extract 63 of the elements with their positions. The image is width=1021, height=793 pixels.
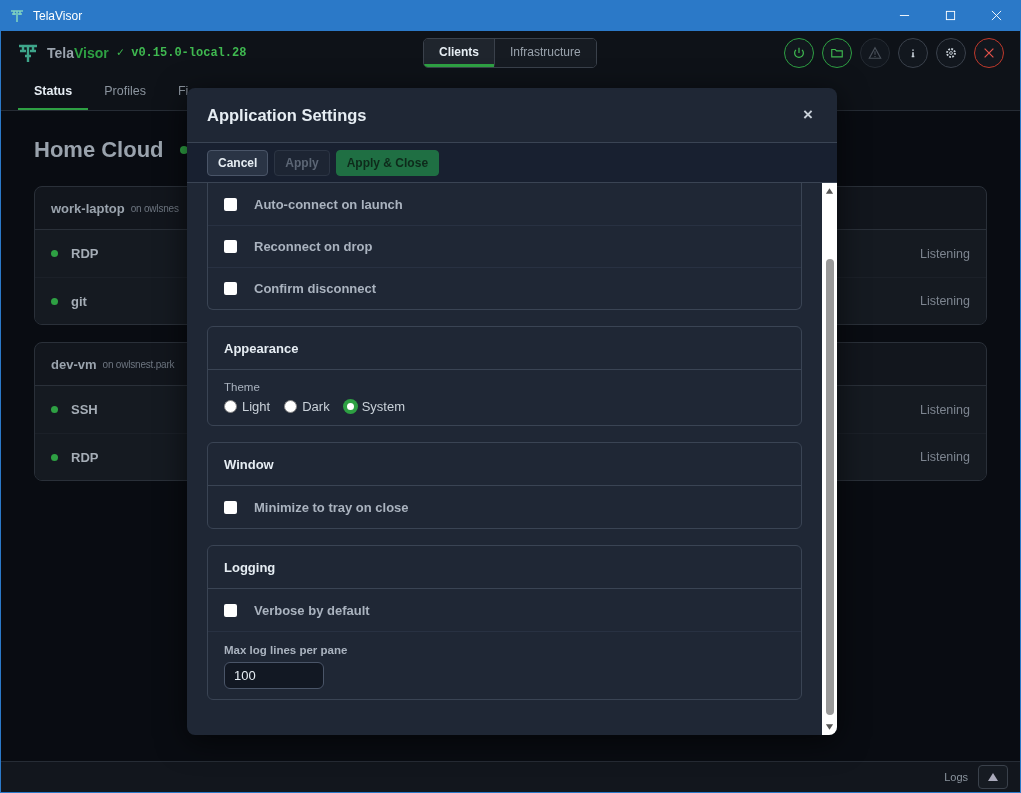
checkbox-label: Auto-connect on launch: [254, 196, 403, 212]
settings-icon: [944, 45, 958, 60]
checkbox[interactable]: [224, 197, 237, 211]
version-label: ✓ v0.15.0-local.28: [116, 45, 247, 60]
power-icon: [792, 45, 806, 60]
dialog-button[interactable]: Cancel: [207, 149, 269, 176]
logs-label: Logs: [944, 771, 968, 783]
host-location: on owlsnes: [130, 202, 179, 214]
section-title: Appearance: [224, 340, 299, 356]
nav-tab[interactable]: Status: [18, 74, 89, 110]
brand-name: TelaVisor: [47, 44, 109, 61]
expand-logs-button[interactable]: [978, 765, 1008, 789]
radio-button[interactable]: [284, 400, 298, 413]
close-button[interactable]: ×: [799, 105, 817, 125]
maximize-icon[interactable]: [945, 10, 956, 21]
checkbox[interactable]: [224, 282, 237, 295]
mode-tab[interactable]: Infrastructure: [494, 39, 596, 67]
close-icon[interactable]: [991, 10, 1002, 21]
host-name: work-laptop: [51, 200, 125, 216]
service-name: RDP: [71, 246, 99, 261]
triangle-up-icon: [987, 772, 999, 782]
field-label: Theme: [224, 381, 261, 393]
settings-button[interactable]: [936, 37, 966, 68]
checkbox-label: Confirm disconnect: [254, 281, 377, 296]
field-label: Max log lines per pane: [224, 644, 349, 656]
radio-label: Light: [242, 399, 271, 414]
service-status: Listening: [919, 402, 970, 417]
section-title: Window: [224, 456, 274, 472]
nav-tab[interactable]: Profiles: [88, 74, 162, 110]
service-name: SSH: [71, 402, 98, 417]
number-field[interactable]: 100: [224, 662, 324, 689]
power-button[interactable]: [784, 37, 814, 68]
scroll-up-icon[interactable]: [825, 187, 834, 195]
checkbox[interactable]: [224, 500, 237, 514]
checkbox-label: Reconnect on drop: [254, 239, 373, 254]
window-title: TelaVisor: [33, 8, 83, 23]
service-name: git: [71, 293, 87, 309]
service-status: Listening: [919, 246, 970, 261]
scrollbar-thumb[interactable]: [825, 259, 834, 715]
service-status: Listening: [919, 294, 970, 308]
nav-tab[interactable]: Fi: [161, 74, 205, 110]
warning-icon: [868, 45, 882, 60]
checkbox[interactable]: [224, 603, 237, 617]
service-status: Listening: [919, 450, 970, 464]
radio-button[interactable]: [224, 400, 237, 413]
checkbox[interactable]: [224, 240, 237, 253]
mode-tab[interactable]: Clients: [424, 39, 494, 67]
radio-label: Dark: [302, 399, 330, 414]
scroll-down-icon[interactable]: [825, 723, 834, 731]
checkbox-label: Verbose by default: [254, 602, 370, 618]
radio-label: System: [361, 399, 405, 414]
app-logo-icon: [9, 7, 25, 24]
service-name: RDP: [71, 449, 99, 465]
host-name: dev-vm: [51, 356, 97, 372]
radio-button[interactable]: [343, 400, 357, 413]
folder-button[interactable]: [822, 37, 852, 68]
page-title: Home Cloud: [34, 137, 164, 163]
section-title: Logging: [224, 559, 276, 575]
host-location: on owlsnest.park: [102, 358, 175, 370]
dialog-title: Application Settings: [207, 105, 367, 125]
quit-button[interactable]: [974, 37, 1004, 68]
scrollbar[interactable]: [822, 183, 837, 735]
checkbox-label: Minimize to tray on close: [254, 499, 409, 515]
